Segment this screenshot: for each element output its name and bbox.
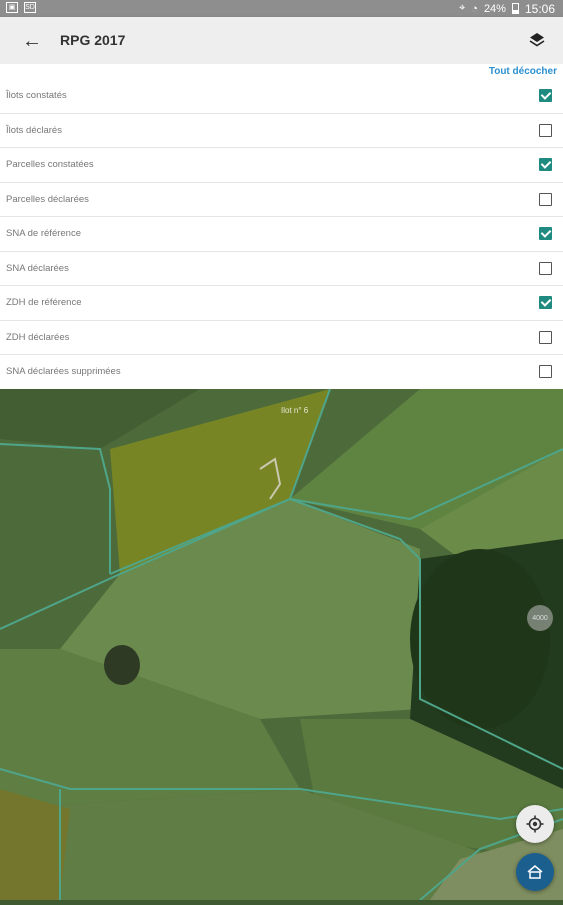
page-title: RPG 2017 (60, 32, 126, 48)
layer-row[interactable]: Îlots déclarés (0, 114, 563, 148)
parcel-label: Ilot n° 6 (281, 406, 309, 415)
scale-chip[interactable]: 4000 (527, 605, 553, 631)
layer-label: Îlots constatés (6, 90, 67, 101)
layer-checkbox[interactable] (539, 365, 552, 378)
wifi-icon: ◔ (471, 2, 478, 15)
locate-button[interactable] (516, 805, 554, 843)
layer-row[interactable]: SNA déclarées supprimées (0, 355, 563, 390)
layer-row[interactable]: Îlots constatés (0, 79, 563, 114)
layer-checkbox[interactable] (539, 123, 552, 137)
layer-row[interactable]: ZDH déclarées (0, 321, 563, 355)
layer-checkbox[interactable] (539, 227, 552, 240)
status-bar: ▣ SD ⌖ ◔ 24% 15:06 (0, 0, 563, 17)
back-arrow-icon[interactable]: ← (18, 27, 46, 55)
notification-icons: ▣ SD (6, 2, 36, 13)
layer-checkbox[interactable] (539, 89, 552, 102)
layer-label: Parcelles déclarées (6, 193, 89, 205)
layer-list: Îlots constatés Îlots déclarés Parcelles c… (0, 79, 563, 390)
layer-label: ZDH déclarées (6, 331, 70, 343)
image-notification-icon: ▣ (6, 2, 18, 13)
layer-checkbox[interactable] (539, 296, 552, 309)
uncheck-all-link[interactable]: Tout décocher (489, 66, 557, 77)
sd-card-notification-icon: SD (24, 2, 36, 13)
layer-label: SNA déclarées supprimées (6, 366, 121, 377)
layer-label: SNA de référence (6, 228, 81, 239)
layer-label: Parcelles constatées (6, 159, 94, 170)
layer-row[interactable]: SNA de référence (0, 217, 563, 252)
layer-checkbox[interactable] (539, 261, 552, 275)
layer-row[interactable]: Parcelles constatées (0, 148, 563, 183)
farm-fab-button[interactable] (516, 853, 554, 891)
clock: 15:06 (524, 1, 555, 16)
layer-label: ZDH de référence (6, 297, 82, 308)
toolbar: ← RPG 2017 (0, 17, 563, 64)
location-icon: ⌖ (459, 2, 466, 14)
crosshair-icon (526, 815, 544, 833)
layer-label: SNA déclarées (6, 262, 69, 274)
farm-icon (527, 865, 543, 879)
battery-icon (511, 3, 519, 14)
layer-checkbox[interactable] (539, 330, 552, 344)
layer-row[interactable]: Parcelles déclarées (0, 183, 563, 217)
layers-icon[interactable] (525, 28, 549, 52)
layer-checkbox[interactable] (539, 158, 552, 171)
battery-percent: 24% (483, 2, 506, 15)
layer-checkbox[interactable] (539, 192, 552, 206)
satellite-map[interactable]: Ilot n° 6 4000 (0, 388, 563, 901)
layer-row[interactable]: ZDH de référence (0, 286, 563, 321)
layer-label: Îlots déclarés (6, 124, 62, 136)
layer-row[interactable]: SNA déclarées (0, 252, 563, 286)
map-imagery (0, 388, 563, 901)
